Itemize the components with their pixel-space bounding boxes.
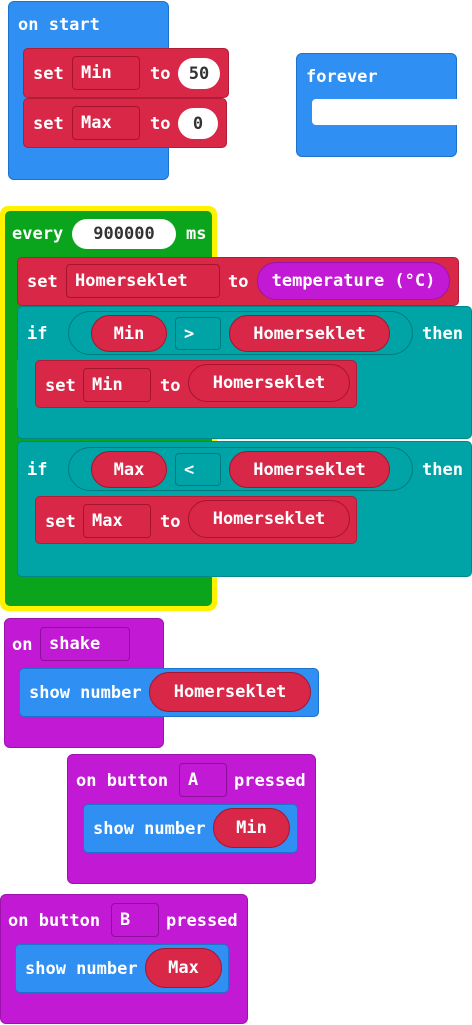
variable-dropdown-max[interactable]: Max <box>83 504 151 538</box>
ms-unit-label: ms <box>186 224 207 244</box>
to-label: to <box>150 114 171 134</box>
pressed-label: pressed <box>166 911 238 931</box>
button-dropdown-b[interactable]: B <box>111 903 159 937</box>
on-label: on <box>12 635 33 655</box>
variable-dropdown-min[interactable]: Min <box>83 368 151 402</box>
min-variable-reporter[interactable]: Min <box>91 315 167 352</box>
gesture-dropdown-shake[interactable]: shake <box>40 627 130 661</box>
max-variable-reporter[interactable]: Max <box>91 451 167 488</box>
variable-dropdown-min[interactable]: Min <box>72 56 140 90</box>
homerseklet-variable-reporter[interactable]: Homerseklet <box>229 315 390 352</box>
max-value-input[interactable]: 0 <box>178 108 218 139</box>
on-button-label: on button <box>76 771 169 791</box>
temperature-sensor-block[interactable]: temperature (°C) <box>257 262 450 300</box>
forever-label: forever <box>306 67 378 87</box>
if-label: if <box>27 324 48 344</box>
set-label: set <box>33 64 64 84</box>
every-label: every <box>12 224 64 244</box>
to-label: to <box>150 64 171 84</box>
variable-dropdown-max[interactable]: Max <box>72 106 140 140</box>
interval-input[interactable]: 900000 <box>72 219 176 249</box>
homerseklet-variable-reporter[interactable]: Homerseklet <box>188 364 350 402</box>
on-start-label: on start <box>18 15 100 35</box>
if-label: if <box>27 460 48 480</box>
operator-dropdown-greater[interactable]: > <box>175 317 221 350</box>
set-label: set <box>27 272 58 292</box>
max-variable-reporter[interactable]: Max <box>145 948 222 988</box>
variable-dropdown-homerseklet[interactable]: Homerseklet <box>66 264 220 298</box>
if-min-body-slot <box>17 360 35 408</box>
show-number-label: show number <box>25 959 138 979</box>
operator-dropdown-less[interactable]: < <box>175 453 221 486</box>
show-number-label: show number <box>93 819 206 839</box>
to-label: to <box>228 272 249 292</box>
min-value-input[interactable]: 50 <box>178 58 220 89</box>
set-label: set <box>45 512 76 532</box>
then-label: then <box>422 460 463 480</box>
to-label: to <box>160 376 181 396</box>
forever-slot <box>312 99 458 125</box>
min-variable-reporter[interactable]: Min <box>213 808 290 848</box>
homerseklet-variable-reporter[interactable]: Homerseklet <box>149 672 311 712</box>
pressed-label: pressed <box>234 771 306 791</box>
show-number-label: show number <box>29 683 142 703</box>
to-label: to <box>160 512 181 532</box>
homerseklet-variable-reporter[interactable]: Homerseklet <box>229 451 390 488</box>
then-label: then <box>422 324 463 344</box>
set-label: set <box>45 376 76 396</box>
homerseklet-variable-reporter[interactable]: Homerseklet <box>188 500 350 538</box>
set-label: set <box>33 114 64 134</box>
button-dropdown-a[interactable]: A <box>179 763 227 797</box>
on-button-label: on button <box>8 911 101 931</box>
